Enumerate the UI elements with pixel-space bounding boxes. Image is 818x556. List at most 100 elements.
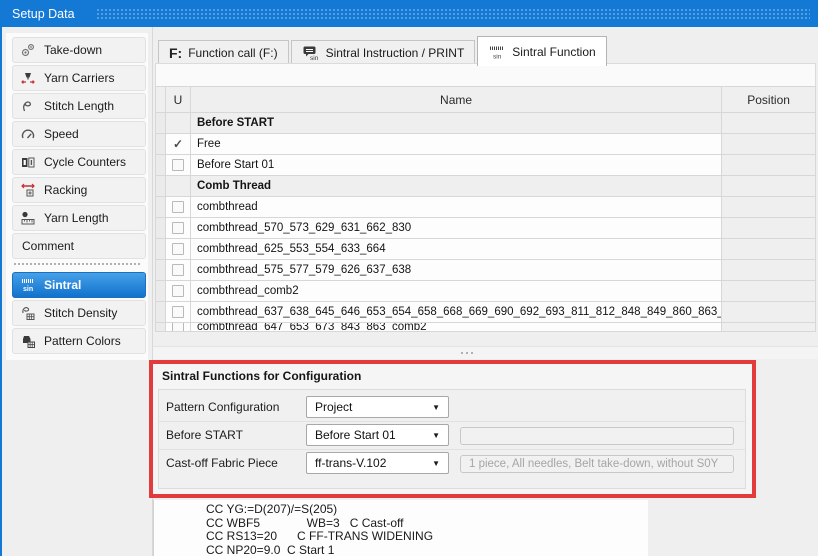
checkbox[interactable] <box>172 243 184 255</box>
sidebar-item-speed[interactable]: Speed <box>12 121 146 147</box>
sidebar-item-label: Pattern Colors <box>44 334 121 348</box>
checked-icon[interactable]: ✓ <box>173 138 183 150</box>
sidebar-item-label: Yarn Length <box>44 211 109 225</box>
yarn-carriers-icon <box>20 70 36 86</box>
checkbox[interactable] <box>172 306 184 318</box>
racking-icon <box>20 182 36 198</box>
sidebar-item-stitch-density[interactable]: Stitch Density <box>12 300 146 326</box>
window-title: Setup Data <box>0 7 75 21</box>
panel-title: Sintral Functions for Configuration <box>162 369 361 383</box>
sidebar-item-label: Comment <box>22 239 74 253</box>
checkbox[interactable] <box>172 201 184 213</box>
cast-off-fabric-piece-dropdown[interactable]: ff-trans-V.102 ▼ <box>306 452 449 474</box>
chevron-down-icon: ▼ <box>432 431 440 440</box>
before-start-dropdown[interactable]: Before Start 01 ▼ <box>306 424 449 446</box>
tab-label: Function call (F:) <box>188 46 277 60</box>
cast-off-fabric-piece-label: Cast-off Fabric Piece <box>166 456 278 470</box>
row-name: combthread_647_653_673_843_863_comb2 <box>191 323 722 332</box>
field-divider <box>158 421 746 422</box>
sintral-code-panel[interactable]: CC YG:=D(207)/=S(205)CC WBF5 WB=3 C Cast… <box>153 500 648 556</box>
sidebar-item-yarn-carriers[interactable]: Yarn Carriers <box>12 65 146 91</box>
speed-gauge-icon <box>20 126 36 142</box>
tab-strip: F: Function call (F:) sin Sintral Instru… <box>158 36 607 66</box>
sidebar-item-label: Cycle Counters <box>44 155 126 169</box>
table-row[interactable]: combthread_575_577_579_626_637_638 <box>156 260 816 281</box>
titlebar-texture <box>96 8 810 20</box>
sidebar-item-label: Speed <box>44 127 79 141</box>
before-start-detail-field[interactable] <box>460 427 734 445</box>
sintral-code-text: CC YG:=D(207)/=S(205)CC WBF5 WB=3 C Cast… <box>206 503 433 556</box>
sidebar: Take-down Yarn Carriers Stitch Length Sp… <box>6 33 148 360</box>
table-header-row: U Name Position <box>156 87 816 113</box>
table-row[interactable]: combthread_637_638_645_646_653_654_658_6… <box>156 302 816 323</box>
cast-off-detail-field[interactable]: 1 piece, All needles, Belt take-down, wi… <box>460 455 734 473</box>
sidebar-item-pattern-colors[interactable]: Pattern Colors <box>12 328 146 354</box>
sidebar-item-label: Stitch Length <box>44 99 114 113</box>
table-row[interactable]: Before START <box>156 113 816 134</box>
table-row[interactable]: ✓ Free <box>156 134 816 155</box>
table-row[interactable]: Before Start 01 <box>156 155 816 176</box>
table-row[interactable]: combthread_625_553_554_633_664 <box>156 239 816 260</box>
checkbox[interactable] <box>172 285 184 297</box>
stitch-density-icon <box>20 305 36 321</box>
row-name: combthread_comb2 <box>191 281 722 302</box>
column-header-name[interactable]: Name <box>191 87 722 113</box>
sidebar-item-label: Stitch Density <box>44 306 117 320</box>
chevron-down-icon: ▼ <box>432 403 440 412</box>
tab-sintral-function[interactable]: sin Sintral Function <box>477 36 606 66</box>
dropdown-value: Before Start 01 <box>315 428 396 442</box>
group-row-name: Before START <box>191 113 722 134</box>
sidebar-item-yarn-length[interactable]: Yarn Length <box>12 205 146 231</box>
window-border <box>0 27 2 556</box>
sidebar-item-cycle-counters[interactable]: Cycle Counters <box>12 149 146 175</box>
checkbox[interactable] <box>172 264 184 276</box>
sintral-functions-panel: Sintral Functions for Configuration Patt… <box>149 360 756 498</box>
sidebar-item-label: Racking <box>44 183 87 197</box>
field-divider <box>158 449 746 450</box>
column-header-position[interactable]: Position <box>722 87 816 113</box>
pattern-colors-icon <box>20 333 36 349</box>
sidebar-item-racking[interactable]: Racking <box>12 177 146 203</box>
group-row-name: Comb Thread <box>191 176 722 197</box>
sidebar-item-take-down[interactable]: Take-down <box>12 37 146 63</box>
svg-text:sin: sin <box>310 55 319 61</box>
table-row[interactable]: combthread_570_573_629_631_662_830 <box>156 218 816 239</box>
tab-label: Sintral Instruction / PRINT <box>326 46 465 60</box>
table-row[interactable]: combthread_647_653_673_843_863_comb2 <box>156 323 816 332</box>
row-name: Free <box>191 134 722 155</box>
splitter-bar[interactable] <box>153 346 818 359</box>
row-name: combthread_575_577_579_626_637_638 <box>191 260 722 281</box>
svg-text:sin: sin <box>23 286 33 293</box>
sintral-icon: sin <box>20 277 36 293</box>
row-name: combthread_637_638_645_646_653_654_658_6… <box>191 302 722 323</box>
dropdown-value: ff-trans-V.102 <box>315 456 386 470</box>
sidebar-item-sintral[interactable]: sin Sintral <box>12 272 146 298</box>
sidebar-group-divider <box>14 263 140 267</box>
yarn-length-icon <box>20 210 36 226</box>
chevron-down-icon: ▼ <box>432 459 440 468</box>
sintral-function-icon: sin <box>488 44 506 60</box>
checkbox[interactable] <box>172 222 184 234</box>
table-row[interactable]: combthread_comb2 <box>156 281 816 302</box>
column-header-u[interactable]: U <box>166 87 191 113</box>
row-name: combthread <box>191 197 722 218</box>
checkbox[interactable] <box>172 159 184 171</box>
before-start-label: Before START <box>166 428 243 442</box>
sidebar-item-stitch-length[interactable]: Stitch Length <box>12 93 146 119</box>
sidebar-item-label: Sintral <box>44 278 81 292</box>
sidebar-item-comment[interactable]: Comment <box>12 233 146 259</box>
sintral-instruction-icon: sin <box>302 45 320 61</box>
table-row[interactable]: combthread <box>156 197 816 218</box>
checkbox[interactable] <box>172 323 184 332</box>
pattern-configuration-dropdown[interactable]: Project ▼ <box>306 396 449 418</box>
sintral-function-table: U Name Position Before START ✓ Free Befo… <box>155 86 816 332</box>
setup-data-dialog: Setup Data Take-down Yarn Carriers Stitc… <box>0 0 818 556</box>
dropdown-value: Project <box>315 400 352 414</box>
function-call-icon: F: <box>169 45 182 61</box>
sidebar-item-label: Take-down <box>44 43 102 57</box>
table-row[interactable]: Comb Thread <box>156 176 816 197</box>
splitter-handle[interactable] <box>458 351 476 355</box>
row-name: Before Start 01 <box>191 155 722 176</box>
cycle-counters-icon <box>20 154 36 170</box>
titlebar[interactable]: Setup Data <box>0 0 818 27</box>
